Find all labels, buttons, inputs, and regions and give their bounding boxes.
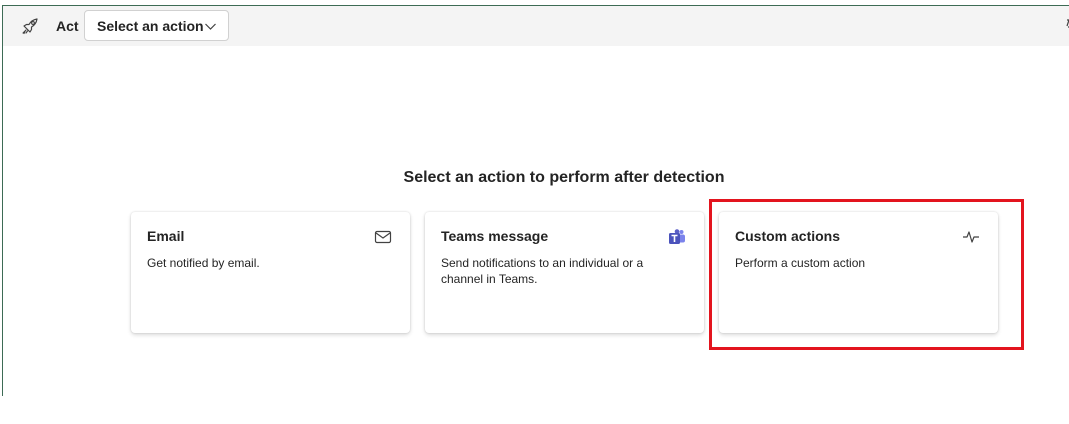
- mail-icon: [374, 230, 392, 244]
- card-title: Email: [147, 228, 185, 244]
- page-heading: Select an action to perform after detect…: [403, 169, 725, 186]
- email-action-card[interactable]: Email Get notified by email.: [131, 212, 410, 333]
- card-description: Get notified by email.: [147, 256, 260, 270]
- highlight-box: [709, 199, 1024, 350]
- teams-icon: [669, 229, 685, 244]
- rocket-icon: [22, 18, 38, 35]
- action-select[interactable]: Select an action: [84, 10, 229, 41]
- chevron-down-icon: [205, 23, 216, 30]
- toolbar: Act Select an action: [3, 6, 1069, 46]
- action-select-value: Select an action: [97, 17, 204, 34]
- toolbar-overflow-icon[interactable]: [1064, 18, 1069, 32]
- card-title: Teams message: [441, 228, 549, 244]
- act-label: Act: [56, 18, 79, 34]
- teams-message-action-card[interactable]: Teams message Send notifications to an i…: [425, 212, 704, 333]
- card-description: Send notifications to an individual or a…: [441, 256, 644, 286]
